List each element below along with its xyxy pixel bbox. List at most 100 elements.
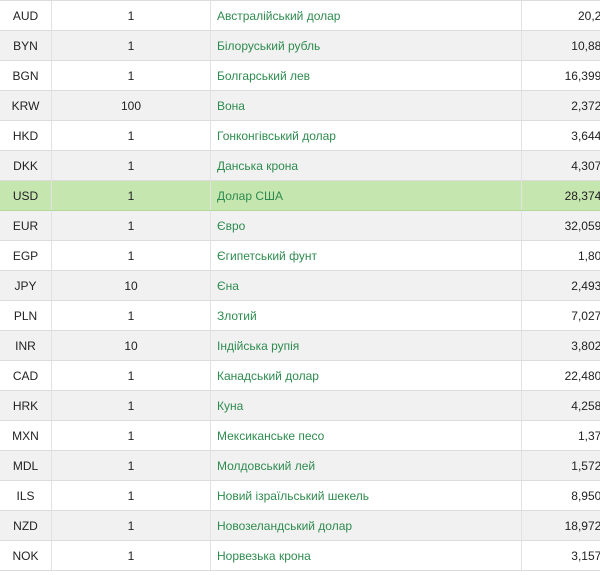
currency-code: MDL (0, 450, 52, 481)
currency-name-link[interactable]: Болгарський лев (217, 69, 310, 83)
currency-code: NZD (0, 510, 52, 541)
currency-code: HRK (0, 390, 52, 421)
currency-units: 1 (51, 450, 211, 481)
currency-name-cell: Єна (210, 270, 522, 301)
currency-units: 1 (51, 480, 211, 511)
currency-name-cell: Долар США (210, 180, 522, 211)
currency-code: INR (0, 330, 52, 361)
table-row: KRW100 Вона 2,3728 (0, 90, 600, 121)
table-row: EGP1 Єгипетський фунт 1,806 (0, 240, 600, 271)
table-row: NZD1 Новозеландський долар 18,9729 (0, 510, 600, 541)
currency-code: USD (0, 180, 52, 211)
table-row: BYN1 Білоруський рубль 10,885 (0, 30, 600, 61)
currency-code: EGP (0, 240, 52, 271)
currency-units: 1 (51, 390, 211, 421)
exchange-rates-body: AUD1Австралійський долар20,21BYN1Білорус… (0, 0, 600, 571)
currency-name-link[interactable]: Канадський долар (217, 369, 319, 383)
exchange-rate: 3,8026 (521, 330, 600, 361)
currency-code: AUD (0, 0, 52, 31)
exchange-rate: 18,9729 (521, 510, 600, 541)
currency-units: 1 (51, 60, 211, 91)
exchange-rate: 1,379 (521, 420, 600, 451)
currency-units: 1 (51, 0, 211, 31)
currency-name-cell: Куна (210, 390, 522, 421)
table-row: AUD1 Австралійський долар 20,21 (0, 0, 600, 31)
currency-name-link[interactable]: Данська крона (217, 159, 298, 173)
table-row: MXN1 Мексиканське песо 1,379 (0, 420, 600, 451)
currency-name-cell: Білоруський рубль (210, 30, 522, 61)
currency-code: BYN (0, 30, 52, 61)
currency-code: MXN (0, 420, 52, 451)
table-row: BGN1 Болгарський лев 16,3998 (0, 60, 600, 91)
exchange-rate: 3,6448 (521, 120, 600, 151)
currency-name-link[interactable]: Євро (217, 219, 245, 233)
currency-units: 1 (51, 360, 211, 391)
currency-name-link[interactable]: Долар США (217, 189, 283, 203)
currency-name-cell: Канадський долар (210, 360, 522, 391)
exchange-rates-table: AUD1Австралійський долар20,21BYN1Білорус… (0, 0, 600, 571)
currency-name-link[interactable]: Гонконгівський долар (217, 129, 336, 143)
currency-name-cell: Мексиканське песо (210, 420, 522, 451)
table-row: EUR1 Євро 32,0594 (0, 210, 600, 241)
currency-units: 1 (51, 510, 211, 541)
exchange-rate: 32,0594 (521, 210, 600, 241)
currency-name-link[interactable]: Новий ізраїльський шекель (217, 489, 369, 503)
currency-name-cell: Молдовський лей (210, 450, 522, 481)
exchange-rate: 4,3072 (521, 150, 600, 181)
currency-name-link[interactable]: Норвезька крона (217, 549, 311, 563)
exchange-rate: 1,806 (521, 240, 600, 271)
currency-units: 1 (51, 240, 211, 271)
currency-units: 1 (51, 210, 211, 241)
currency-name-link[interactable]: Вона (217, 99, 245, 113)
currency-name-link[interactable]: Єна (217, 279, 239, 293)
currency-name-cell: Вона (210, 90, 522, 121)
currency-name-link[interactable]: Куна (217, 399, 243, 413)
currency-code: KRW (0, 90, 52, 121)
currency-code: HKD (0, 120, 52, 151)
exchange-rate: 8,9502 (521, 480, 600, 511)
table-row-selected: USD1 Долар США 28,3749 (0, 180, 600, 211)
currency-code: JPY (0, 270, 52, 301)
table-row: JPY10 Єна 2,4933 (0, 270, 600, 301)
currency-name-cell: Єгипетський фунт (210, 240, 522, 271)
currency-units: 1 (51, 30, 211, 61)
currency-units: 100 (51, 90, 211, 121)
exchange-rate: 3,1571 (521, 540, 600, 571)
currency-units: 1 (51, 180, 211, 211)
currency-name-link[interactable]: Молдовський лей (217, 459, 315, 473)
currency-name-cell: Болгарський лев (210, 60, 522, 91)
currency-name-cell: Євро (210, 210, 522, 241)
currency-units: 10 (51, 270, 211, 301)
currency-code: ILS (0, 480, 52, 511)
table-row: NOK1 Норвезька крона 3,1571 (0, 540, 600, 571)
exchange-rate: 1,5721 (521, 450, 600, 481)
currency-code: NOK (0, 540, 52, 571)
currency-name-link[interactable]: Єгипетський фунт (217, 249, 317, 263)
currency-code: CAD (0, 360, 52, 391)
table-row: DKK1 Данська крона 4,3072 (0, 150, 600, 181)
table-row: MDL1 Молдовський лей 1,5721 (0, 450, 600, 481)
currency-name-link[interactable]: Індійська рупія (217, 339, 299, 353)
table-row: HRK1 Куна 4,2584 (0, 390, 600, 421)
exchange-rate: 20,21 (521, 0, 600, 31)
currency-name-link[interactable]: Австралійський долар (217, 9, 340, 23)
currency-units: 1 (51, 420, 211, 451)
currency-name-cell: Гонконгівський долар (210, 120, 522, 151)
currency-code: BGN (0, 60, 52, 91)
currency-name-link[interactable]: Мексиканське песо (217, 429, 324, 443)
currency-name-cell: Новозеландський долар (210, 510, 522, 541)
exchange-rate: 4,2584 (521, 390, 600, 421)
currency-code: DKK (0, 150, 52, 181)
currency-name-cell: Австралійський долар (210, 0, 522, 31)
table-row: PLN1 Злотий 7,0271 (0, 300, 600, 331)
currency-name-link[interactable]: Злотий (217, 309, 257, 323)
table-row: CAD1 Канадський долар 22,4805 (0, 360, 600, 391)
currency-name-cell: Злотий (210, 300, 522, 331)
currency-name-link[interactable]: Новозеландський долар (217, 519, 352, 533)
currency-units: 1 (51, 540, 211, 571)
currency-name-cell: Данська крона (210, 150, 522, 181)
exchange-rate: 28,3749 (521, 180, 600, 211)
currency-name-link[interactable]: Білоруський рубль (217, 39, 320, 53)
exchange-rate: 2,3728 (521, 90, 600, 121)
exchange-rate: 2,4933 (521, 270, 600, 301)
